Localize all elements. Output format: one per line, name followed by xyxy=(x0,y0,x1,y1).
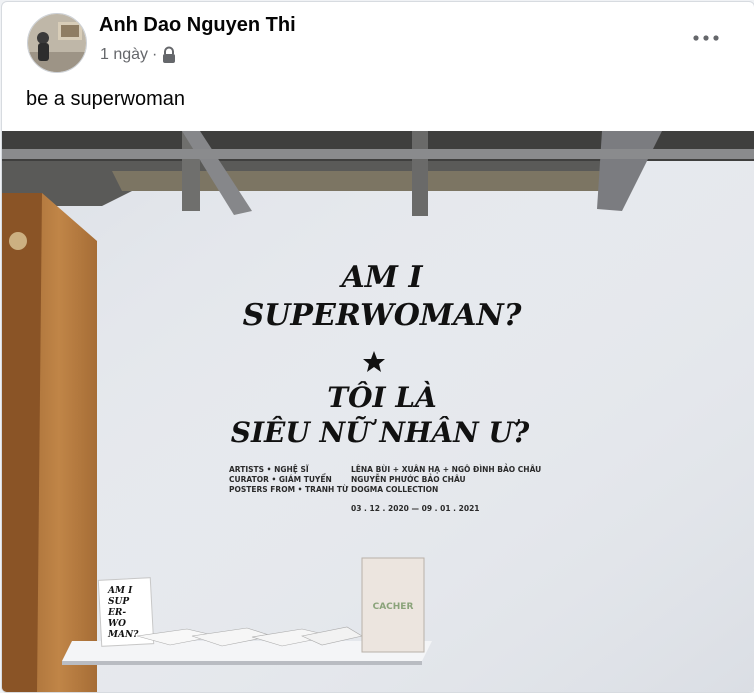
booklet-line-1: AM I xyxy=(107,586,133,596)
post-meta: 1 ngày · xyxy=(100,46,177,64)
post-time[interactable]: 1 ngày xyxy=(100,46,148,64)
credit-left-1: ARTISTS • NGHỆ SĨ xyxy=(229,465,309,474)
book-title: CACHER xyxy=(373,602,414,612)
wall-title-vi-line2: SIÊU NỮ NHÂN Ư? xyxy=(231,415,530,449)
booklet-line-4: WO xyxy=(108,619,126,629)
more-horizontal-icon xyxy=(693,35,719,41)
avatar-image xyxy=(28,14,86,72)
booklet-line-2: SUP xyxy=(108,597,129,607)
booklet-line-5: MAN? xyxy=(107,630,139,640)
credit-left-2: CURATOR • GIÁM TUYỂN xyxy=(229,474,332,484)
avatar[interactable] xyxy=(27,13,87,73)
post-card: Anh Dao Nguyen Thi 1 ngày · be a superwo… xyxy=(1,1,754,693)
post-caption: be a superwoman xyxy=(26,88,185,110)
wall-title-line1: AM I xyxy=(339,260,424,295)
meta-separator: · xyxy=(152,46,158,63)
exhibition-photo: AM I SUPERWOMAN? TÔI LÀ SIÊU NỮ NHÂN Ư? … xyxy=(2,131,754,692)
author-name[interactable]: Anh Dao Nguyen Thi xyxy=(99,14,296,37)
booklet-line-3: ER- xyxy=(107,608,126,618)
credit-right-2: NGUYỄN PHƯỚC BẢO CHÂU xyxy=(351,474,466,484)
lock-icon xyxy=(161,46,177,64)
credit-right-1: LÊNA BÙI + XUÂN HẠ + NGÔ ĐÌNH BẢO CHÂU xyxy=(351,464,541,474)
credit-left-3: POSTERS FROM • TRANH TỪ xyxy=(229,485,349,494)
credit-right-3: DOGMA COLLECTION xyxy=(351,485,438,494)
post-header: Anh Dao Nguyen Thi 1 ngày · xyxy=(2,2,754,74)
exhibition-dates: 03 . 12 . 2020 — 09 . 01 . 2021 xyxy=(351,504,480,513)
post-photo[interactable]: AM I SUPERWOMAN? TÔI LÀ SIÊU NỮ NHÂN Ư? … xyxy=(2,131,754,692)
wall-title-line2: SUPERWOMAN? xyxy=(243,298,522,333)
more-options-button[interactable] xyxy=(690,26,722,50)
wall-title-vi-line1: TÔI LÀ xyxy=(327,380,436,414)
